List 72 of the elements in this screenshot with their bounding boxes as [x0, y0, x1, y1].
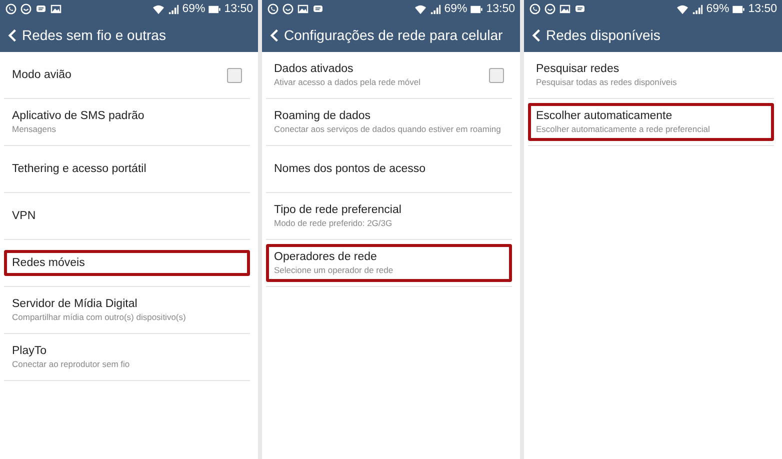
back-icon[interactable]	[8, 28, 17, 42]
settings-item[interactable]: PlayTo Conectar ao reprodutor sem fio	[4, 338, 250, 376]
clock: 13:50	[224, 3, 253, 15]
item-title: Aplicativo de SMS padrão	[12, 110, 146, 122]
clock: 13:50	[486, 3, 515, 15]
message-icon	[35, 3, 47, 15]
settings-item[interactable]: Modo avião	[4, 60, 250, 90]
screen-title: Redes disponíveis	[546, 27, 660, 43]
item-title: Pesquisar redes	[536, 62, 620, 75]
item-title: Escolher automaticamente	[536, 110, 674, 122]
item-title: VPN	[12, 210, 37, 222]
item-title: Dados ativados	[274, 62, 354, 75]
item-title: Modo avião	[12, 69, 72, 81]
signal-icon	[430, 4, 442, 14]
settings-item[interactable]: Pesquisar redes Pesquisar todas as redes disponíveis	[528, 56, 774, 94]
battery-icon	[470, 4, 484, 14]
signal-icon	[692, 4, 704, 14]
item-title: Tethering e acesso portátil	[12, 163, 148, 175]
item-title: Redes móveis	[12, 257, 86, 269]
item-subtitle: Conectar aos serviços de dados quando estiver em roaming	[274, 124, 502, 134]
image-icon	[50, 3, 62, 15]
back-icon[interactable]	[532, 28, 541, 42]
phone-bubble-icon	[267, 3, 279, 15]
signal-icon	[168, 4, 180, 14]
battery-icon	[732, 4, 746, 14]
settings-item[interactable]: Dados ativados Ativar acesso a dados pela rede móvel	[266, 56, 512, 94]
settings-item[interactable]: Servidor de Mídia Digital Compartilhar mídia com outro(s) dispositivo(s)	[4, 290, 250, 330]
item-title: Roaming de dados	[274, 110, 372, 122]
message-icon	[574, 3, 586, 15]
smile-bubble-icon	[282, 3, 294, 15]
settings-item[interactable]: VPN	[4, 203, 250, 229]
battery-percentage: 69%	[182, 3, 206, 15]
settings-item[interactable]: Roaming de dados Conectar aos serviços de dados quando estiver em roaming	[266, 102, 512, 142]
wifi-icon	[676, 4, 690, 14]
screen-title: Redes sem fio e outras	[22, 27, 166, 43]
phone-bubble-icon	[529, 3, 541, 15]
checkbox[interactable]	[227, 68, 242, 82]
screen-title: Configurações de rede para celular	[284, 27, 503, 43]
image-icon	[559, 3, 571, 15]
item-subtitle: Conectar ao reprodutor sem fio	[12, 358, 131, 370]
item-subtitle: Pesquisar todas as redes disponíveis	[536, 76, 678, 88]
settings-item[interactable]: Aplicativo de SMS padrão Mensagens	[4, 102, 250, 142]
wifi-icon	[414, 4, 428, 14]
item-subtitle: Modo de rede preferido: 2G/3G	[274, 218, 394, 228]
clock: 13:50	[748, 3, 777, 15]
item-title: Tipo de rede preferencial	[274, 204, 402, 216]
settings-item[interactable]: Escolher automaticamente Escolher automaticamente a rede preferencial	[528, 102, 774, 142]
phone-bubble-icon	[5, 3, 17, 15]
smile-bubble-icon	[20, 3, 32, 15]
settings-item[interactable]: Nomes dos pontos de acesso	[266, 156, 512, 182]
item-title: Nomes dos pontos de acesso	[274, 163, 427, 175]
smile-bubble-icon	[544, 3, 556, 15]
wifi-icon	[152, 4, 166, 14]
settings-item[interactable]: Tethering e acesso portátil	[4, 156, 250, 182]
battery-icon	[208, 4, 222, 14]
item-title: Servidor de Mídia Digital	[12, 298, 138, 310]
item-subtitle: Selecione um operador de rede	[274, 264, 394, 276]
settings-item[interactable]: Redes móveis	[4, 250, 250, 276]
item-title: Operadores de rede	[274, 250, 378, 263]
image-icon	[297, 3, 309, 15]
item-subtitle: Mensagens	[12, 124, 57, 134]
settings-item[interactable]: Tipo de rede preferencial Modo de rede preferido: 2G/3G	[266, 196, 512, 236]
battery-percentage: 69%	[444, 3, 468, 15]
checkbox[interactable]	[489, 68, 504, 82]
back-icon[interactable]	[270, 28, 279, 42]
item-title: PlayTo	[12, 344, 48, 357]
item-subtitle: Compartilhar mídia com outro(s) dispositivo(s)	[12, 312, 187, 322]
message-icon	[312, 3, 324, 15]
battery-percentage: 69%	[706, 3, 730, 15]
settings-item[interactable]: Operadores de rede Selecione um operador de rede	[266, 244, 512, 282]
item-subtitle: Escolher automaticamente a rede preferencial	[536, 124, 711, 134]
item-subtitle: Ativar acesso a dados pela rede móvel	[274, 76, 422, 88]
